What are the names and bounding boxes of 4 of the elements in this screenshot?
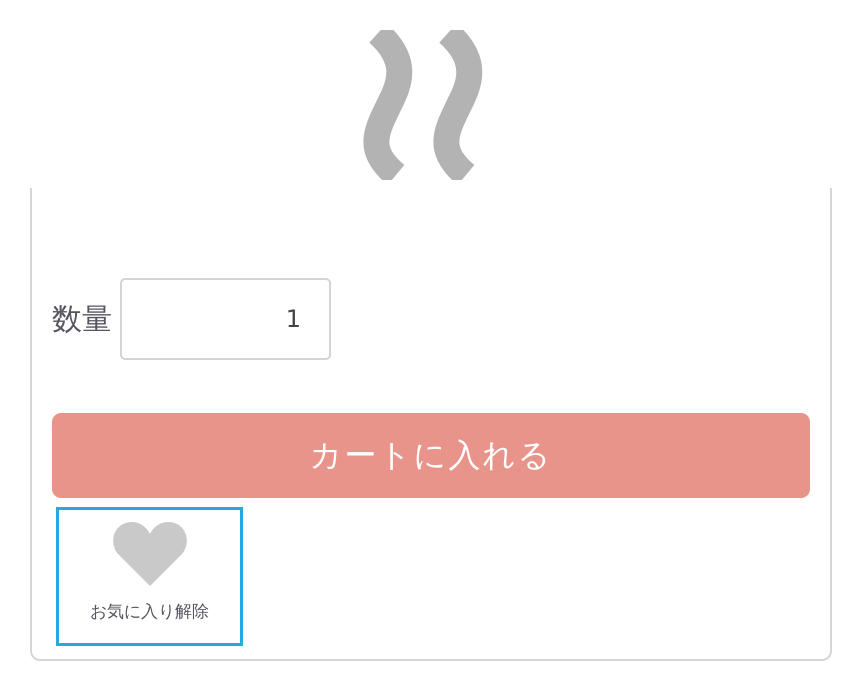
favorite-button[interactable]: お気に入り解除 [56, 507, 243, 646]
quantity-label: 数量 [52, 300, 112, 338]
quantity-field[interactable]: 1 [120, 278, 331, 360]
heart-icon [112, 520, 188, 586]
